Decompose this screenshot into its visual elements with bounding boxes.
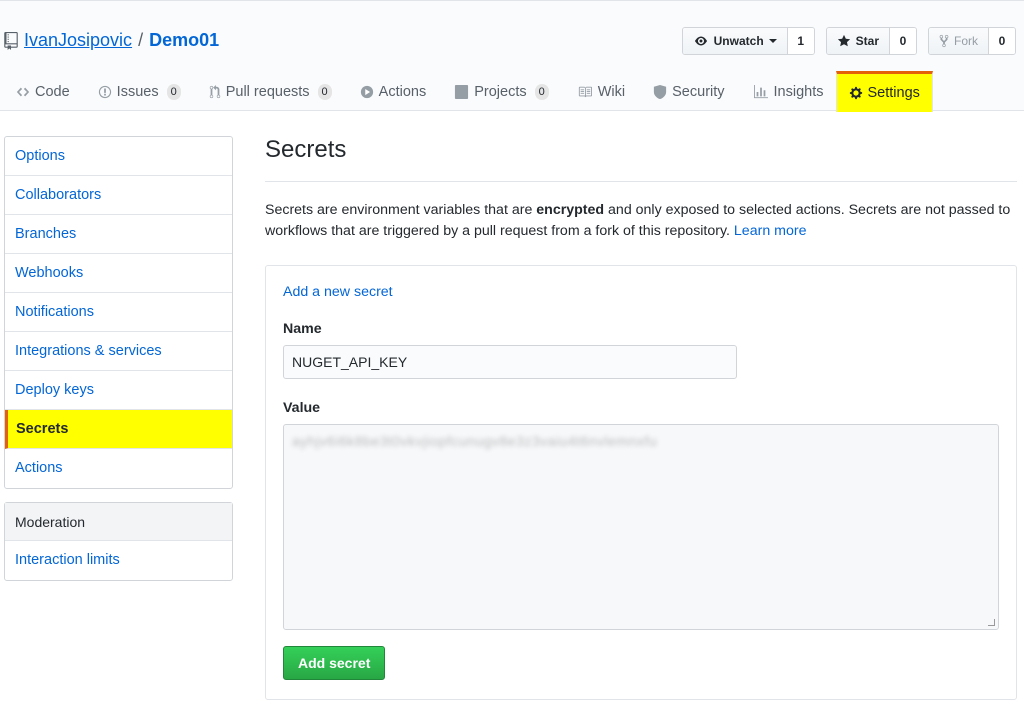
tab-security[interactable]: Security [637,71,736,112]
tab-actions-label: Actions [378,83,427,100]
add-new-secret-link[interactable]: Add a new secret [283,284,999,300]
unwatch-button[interactable]: Unwatch [682,28,788,54]
tab-projects-label: Projects [474,83,527,100]
pagehead-actions: Unwatch 1 Star 0 Fork 0 [681,27,1016,55]
star-label: Star [855,34,879,48]
tab-pull-requests-label: Pull requests [225,83,310,100]
forks-count[interactable]: 0 [989,28,1015,54]
projects-counter: 0 [534,83,549,100]
moderation-sidebar: Moderation Interaction limits [4,502,233,581]
tab-actions[interactable]: Actions [344,71,439,112]
repo-name-link[interactable]: Demo01 [149,30,219,51]
project-icon [454,84,469,99]
repo-owner-link[interactable]: IvanJosipovic [24,30,132,51]
fork-label: Fork [954,34,978,48]
sidebar-item-notifications[interactable]: Notifications [5,293,232,332]
sidebar-item-deploy-keys[interactable]: Deploy keys [5,371,232,410]
breadcrumb-separator: / [138,30,144,50]
issues-counter: 0 [166,83,181,100]
tab-code-label: Code [35,83,70,100]
stargazers-count[interactable]: 0 [890,28,916,54]
pull-requests-counter: 0 [317,83,332,100]
sidebar-item-webhooks[interactable]: Webhooks [5,254,232,293]
repo-header: IvanJosipovic / Demo01 Unwatch 1 Star 0 … [0,0,1024,112]
tab-security-label: Security [672,83,725,100]
tab-settings-label: Settings [867,85,920,101]
description-text-1: Secrets are environment variables that a… [265,202,537,218]
star-icon [837,34,850,47]
add-secret-button[interactable]: Add secret [283,646,386,680]
sidebar-item-actions[interactable]: Actions [5,449,232,488]
tab-wiki[interactable]: Wiki [561,71,637,112]
secret-value-textarea[interactable]: ayhjv6i6k8be3t0vkvjiopfcunugv8e3z3vaiu4t… [283,424,999,630]
secret-name-input[interactable]: NUGET_API_KEY [283,345,737,379]
tab-insights-label: Insights [773,83,824,100]
sidebar-item-collaborators[interactable]: Collaborators [5,176,232,215]
secrets-content: Secrets Secrets are environment variable… [265,136,1017,700]
name-label: Name [283,321,322,337]
description-bold: encrypted [536,202,605,218]
star-group: Star 0 [825,27,917,55]
fork-group: Fork 0 [928,27,1016,55]
tab-wiki-label: Wiki [597,83,626,100]
issue-icon [98,85,112,99]
fork-icon [939,34,949,48]
tab-issues[interactable]: Issues 0 [82,71,193,112]
secret-value-blurred: ayhjv6i6k8be3t0vkvjiopfcunugv8e3z3vaiu4t… [292,433,658,449]
settings-sidebar: Options Collaborators Branches Webhooks … [4,136,233,489]
repo-icon [4,31,18,50]
repo-nav: Code Issues 0 Pull requests 0 Actions Pr… [0,71,933,112]
tab-insights[interactable]: Insights [737,71,836,112]
pull-request-icon [209,84,221,99]
tab-issues-label: Issues [116,83,159,100]
resize-handle-icon[interactable] [988,619,995,626]
sidebar-item-integrations[interactable]: Integrations & services [5,332,232,371]
breadcrumb: IvanJosipovic / Demo01 [4,30,219,51]
book-icon [577,85,593,99]
watchers-count[interactable]: 1 [787,28,814,54]
secrets-description: Secrets are environment variables that a… [265,200,1017,242]
eye-icon [694,36,707,46]
graph-icon [753,84,769,99]
unwatch-label: Unwatch [713,34,764,48]
add-secret-panel: Add a new secret Name NUGET_API_KEY Valu… [265,265,1017,700]
star-button[interactable]: Star [826,28,890,54]
fork-button[interactable]: Fork [929,28,989,54]
gear-icon [849,86,863,100]
watch-group: Unwatch 1 [681,27,815,55]
shield-icon [653,84,667,99]
tab-settings[interactable]: Settings [835,71,933,112]
moderation-heading: Moderation [5,503,232,541]
tab-code[interactable]: Code [0,71,82,112]
sidebar-item-options[interactable]: Options [5,137,232,176]
learn-more-link[interactable]: Learn more [734,223,807,239]
sidebar-item-secrets[interactable]: Secrets [5,410,232,449]
code-icon [16,85,30,99]
value-label: Value [283,400,321,416]
tab-projects[interactable]: Projects 0 [438,71,561,112]
play-icon [360,85,374,99]
page-title: Secrets [265,136,1017,182]
sidebar-item-branches[interactable]: Branches [5,215,232,254]
tab-pull-requests[interactable]: Pull requests 0 [193,71,344,112]
sidebar-item-interaction-limits[interactable]: Interaction limits [5,541,232,580]
caret-down-icon [768,39,777,43]
